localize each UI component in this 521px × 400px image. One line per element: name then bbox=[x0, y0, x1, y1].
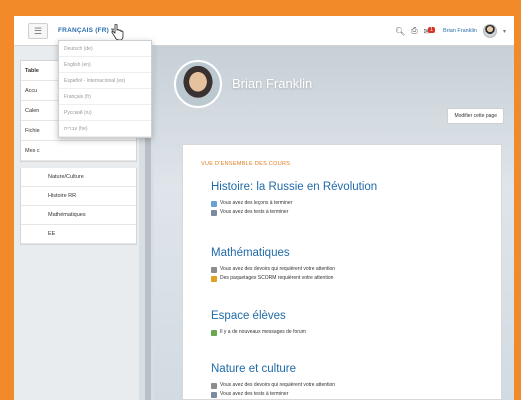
notice-text: Il y a de nouveaux messages de forum bbox=[220, 329, 306, 335]
sidebar-courses: Nature/Culture Histoire RR Mathématiques… bbox=[20, 168, 137, 245]
forum-icon bbox=[211, 329, 217, 336]
course-notice[interactable]: Vous avez des tests à terminer bbox=[211, 208, 377, 217]
notice-text: Vous avez des leçons à terminer bbox=[220, 200, 293, 206]
profile-name: Brian Franklin bbox=[232, 76, 313, 91]
course-notice[interactable]: Il y a de nouveaux messages de forum bbox=[211, 328, 306, 337]
course-notice[interactable]: Vous avez des devoirs qui requièrent vot… bbox=[211, 381, 335, 390]
course-title-link[interactable]: Nature et culture bbox=[211, 363, 335, 375]
course-title-link[interactable]: Histoire: la Russie en Révolution bbox=[211, 181, 377, 193]
assignment-icon bbox=[211, 382, 217, 389]
course-entry: Mathématiques Vous avez des devoirs qui … bbox=[211, 247, 335, 283]
user-name[interactable]: Brian Franklin bbox=[443, 28, 477, 34]
assignment-icon bbox=[211, 266, 217, 273]
chat-icon[interactable]: ✉1 bbox=[424, 26, 437, 36]
language-option-de[interactable]: Deutsch (de) bbox=[59, 41, 151, 57]
course-title-link[interactable]: Mathématiques bbox=[211, 247, 335, 259]
language-option-es[interactable]: Español - Internacional (es) bbox=[59, 73, 151, 89]
course-entry: Espace élèves Il y a de nouveaux message… bbox=[211, 310, 306, 337]
edit-page-button[interactable]: Modifier cette page bbox=[447, 108, 504, 124]
main-content: Brian Franklin Modifier cette page VUE D… bbox=[154, 46, 514, 400]
lesson-icon bbox=[211, 200, 217, 207]
course-entry: Nature et culture Vous avez des devoirs … bbox=[211, 363, 335, 399]
course-overview-block: VUE D'ENSEMBLE DES COURS Histoire: la Ru… bbox=[182, 144, 502, 400]
notice-text: Vous avez des devoirs qui requièrent vot… bbox=[220, 382, 336, 388]
course-notice[interactable]: Vous avez des tests à terminer bbox=[211, 390, 335, 399]
search-icon[interactable]: 🔍︎ bbox=[395, 27, 405, 36]
language-option-he[interactable]: עברית (he) bbox=[59, 121, 151, 137]
notice-text: Vous avez des tests à terminer bbox=[220, 391, 289, 397]
sidebar-course-item[interactable]: Nature/Culture bbox=[21, 168, 136, 187]
course-title-link[interactable]: Espace élèves bbox=[211, 310, 306, 322]
quiz-icon bbox=[211, 391, 217, 398]
course-entry: Histoire: la Russie en Révolution Vous a… bbox=[211, 181, 377, 217]
language-option-fr[interactable]: Français (fr) bbox=[59, 89, 151, 105]
print-icon[interactable]: ⎙ bbox=[411, 26, 417, 36]
language-label: FRANÇAIS (FR) bbox=[58, 27, 109, 34]
language-menu-button[interactable]: FRANÇAIS (FR) ▾ bbox=[58, 26, 114, 34]
sidebar-course-item[interactable]: Histoire RR bbox=[21, 187, 136, 206]
sidebar-item-my-courses[interactable]: Mes c bbox=[21, 141, 136, 161]
notice-text: Des paquetages SCORM requièrent votre at… bbox=[220, 275, 334, 281]
course-notice[interactable]: Vous avez des leçons à terminer bbox=[211, 199, 377, 208]
quiz-icon bbox=[211, 209, 217, 216]
notification-badge: 1 bbox=[428, 26, 436, 33]
sidebar-course-item[interactable]: Mathématiques bbox=[21, 206, 136, 225]
profile-avatar bbox=[174, 60, 222, 108]
scorm-icon bbox=[211, 275, 217, 282]
chevron-down-icon[interactable]: ▾ bbox=[503, 28, 506, 35]
language-option-en[interactable]: English (en) bbox=[59, 57, 151, 73]
notice-text: Vous avez des tests à terminer bbox=[220, 209, 289, 215]
language-dropdown: Deutsch (de) English (en) Español - Inte… bbox=[58, 40, 152, 138]
language-option-ru[interactable]: Русский (ru) bbox=[59, 105, 151, 121]
browser-frame: ☰ FRANÇAIS (FR) ▾ 🔍︎ ⎙ ✉1 Brian Franklin … bbox=[14, 16, 514, 400]
avatar[interactable] bbox=[482, 24, 497, 38]
block-title: VUE D'ENSEMBLE DES COURS bbox=[201, 161, 291, 167]
hamburger-icon[interactable]: ☰ bbox=[28, 23, 48, 39]
notice-text: Vous avez des devoirs qui requièrent vot… bbox=[220, 266, 336, 272]
course-notice[interactable]: Vous avez des devoirs qui requièrent vot… bbox=[211, 265, 335, 274]
sidebar-course-item[interactable]: EE bbox=[21, 225, 136, 244]
top-right-icons: 🔍︎ ⎙ ✉1 Brian Franklin ▾ bbox=[395, 23, 506, 39]
course-notice[interactable]: Des paquetages SCORM requièrent votre at… bbox=[211, 274, 335, 283]
